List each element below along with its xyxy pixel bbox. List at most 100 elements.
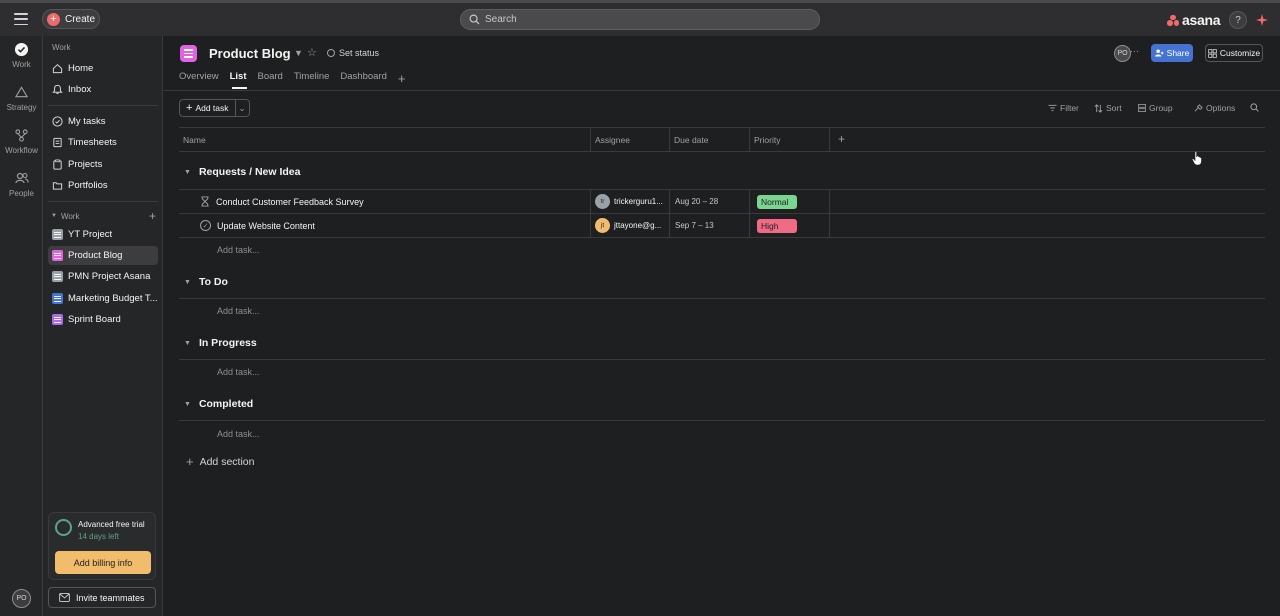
column-header-assignee[interactable]: Assignee xyxy=(591,128,670,151)
table-search-button[interactable] xyxy=(1250,103,1259,112)
due-date-cell[interactable]: Aug 20 – 28 xyxy=(670,190,750,213)
filter-icon xyxy=(1048,104,1057,112)
customize-button[interactable]: Customize xyxy=(1205,44,1263,62)
add-task-button[interactable]: + Add task xyxy=(180,100,235,116)
search-input[interactable] xyxy=(485,14,785,25)
asana-logo[interactable]: asana xyxy=(1167,12,1221,28)
sidebar-item-label: Home xyxy=(68,63,94,74)
chevron-down-icon[interactable]: ▼ xyxy=(294,48,303,58)
add-tab-icon[interactable]: + xyxy=(398,72,406,85)
help-button[interactable]: ? xyxy=(1229,11,1247,29)
tab-board[interactable]: Board xyxy=(257,71,282,86)
table-header: Name Assignee Due date Priority + xyxy=(179,127,1265,152)
left-rail: Work Strategy Workflow People PO xyxy=(0,36,43,616)
sort-label: Sort xyxy=(1106,103,1122,113)
column-header-name[interactable]: Name xyxy=(179,128,591,151)
sidebar-work-label: Work xyxy=(60,211,80,221)
sidebar-work-header[interactable]: ▼ Work + xyxy=(51,209,156,223)
inbox-icon xyxy=(52,84,63,95)
add-project-icon[interactable]: + xyxy=(149,209,156,223)
rail-item-workflow[interactable]: Workflow xyxy=(0,127,43,155)
due-date-cell[interactable]: Sep 7 – 13 xyxy=(670,214,750,237)
search-bar[interactable] xyxy=(460,9,820,30)
add-billing-info-button[interactable]: Add billing info xyxy=(55,551,151,574)
rail-item-work[interactable]: Work xyxy=(0,41,43,69)
column-header-priority[interactable]: Priority xyxy=(750,128,830,151)
sidebar-project-marketing-budget[interactable]: Marketing Budget T... xyxy=(48,289,158,308)
caret-down-icon: ▼ xyxy=(184,168,191,176)
add-section-button[interactable]: + Add section xyxy=(186,454,254,469)
set-status-label: Set status xyxy=(339,48,380,58)
add-task-inline[interactable]: Add task... xyxy=(217,367,260,377)
section-to-do[interactable]: ▼ To Do xyxy=(184,276,228,288)
tab-list[interactable]: List xyxy=(230,71,247,86)
hamburger-menu-icon[interactable] xyxy=(14,13,28,25)
tab-dashboard[interactable]: Dashboard xyxy=(340,71,386,86)
due-date: Sep 7 – 13 xyxy=(675,221,714,230)
add-task-inline[interactable]: Add task... xyxy=(217,306,260,316)
active-tab-underline xyxy=(232,87,247,89)
table-row[interactable]: Conduct Customer Feedback Survey tr tric… xyxy=(179,190,1265,214)
invite-teammates-button[interactable]: Invite teammates xyxy=(48,587,156,608)
section-divider xyxy=(179,420,1265,421)
set-status-button[interactable]: Set status xyxy=(327,48,379,58)
sidebar-project-yt-project[interactable]: YT Project xyxy=(48,225,158,244)
project-list-icon xyxy=(180,45,197,62)
rail-item-strategy[interactable]: Strategy xyxy=(0,84,43,112)
priority-cell[interactable]: High xyxy=(750,214,830,237)
rail-item-people[interactable]: People xyxy=(0,170,43,198)
sidebar-item-timesheets[interactable]: Timesheets xyxy=(48,133,158,152)
star-icon[interactable]: ☆ xyxy=(307,46,317,59)
section-in-progress[interactable]: ▼ In Progress xyxy=(184,337,257,349)
tab-overview[interactable]: Overview xyxy=(179,71,219,86)
priority-cell[interactable]: Normal xyxy=(750,190,830,213)
chevron-down-icon[interactable]: ⌄ xyxy=(234,100,249,116)
sidebar-item-label: Inbox xyxy=(68,84,92,95)
sidebar-project-product-blog[interactable]: Product Blog xyxy=(48,246,158,265)
hand-cursor-icon xyxy=(1192,151,1202,166)
options-button[interactable]: Options xyxy=(1194,103,1235,113)
sidebar-item-my-tasks[interactable]: My tasks xyxy=(48,112,158,131)
task-name: Conduct Customer Feedback Survey xyxy=(216,196,364,207)
sidebar-item-label: Timesheets xyxy=(68,137,117,148)
add-column-icon[interactable]: + xyxy=(838,132,845,146)
sidebar-section-label: Work xyxy=(52,43,71,52)
check-circle-icon[interactable]: ✓ xyxy=(200,220,211,231)
sidebar-item-portfolios[interactable]: Portfolios xyxy=(48,176,158,195)
sidebar-item-projects[interactable]: Projects xyxy=(48,155,158,174)
column-header-due-date[interactable]: Due date xyxy=(670,128,750,151)
tab-timeline[interactable]: Timeline xyxy=(294,71,330,86)
main-content: Product Blog ▼ ☆ Set status Overview Lis… xyxy=(164,36,1280,616)
section-completed[interactable]: ▼ Completed xyxy=(184,398,253,410)
caret-down-icon: ▼ xyxy=(184,339,191,347)
sidebar-item-inbox[interactable]: Inbox xyxy=(48,80,158,99)
ai-sparkle-icon[interactable] xyxy=(1255,13,1269,27)
more-members-icon[interactable]: ··· xyxy=(1130,46,1139,56)
header-divider xyxy=(164,90,1280,91)
group-button[interactable]: Group xyxy=(1138,103,1173,113)
add-task-inline[interactable]: Add task... xyxy=(217,245,260,255)
project-title[interactable]: Product Blog xyxy=(209,46,291,61)
add-task-inline[interactable]: Add task... xyxy=(217,429,260,439)
table-row[interactable]: ✓ Update Website Content jt jttayone@g..… xyxy=(179,214,1265,238)
filter-button[interactable]: Filter xyxy=(1048,103,1079,113)
assignee-cell[interactable]: tr trickerguru1... xyxy=(591,190,670,213)
user-avatar[interactable]: PO xyxy=(12,589,31,608)
section-requests-new-idea[interactable]: ▼ Requests / New Idea xyxy=(184,166,300,178)
sort-button[interactable]: Sort xyxy=(1094,103,1122,113)
create-label: Create xyxy=(65,13,96,25)
sidebar-item-label: Projects xyxy=(68,159,103,170)
member-avatar[interactable]: PO xyxy=(1114,45,1131,62)
group-label: Group xyxy=(1149,103,1173,113)
sidebar-project-sprint-board[interactable]: Sprint Board xyxy=(48,310,158,329)
assignee-cell[interactable]: jt jttayone@g... xyxy=(591,214,670,237)
rail-label: Work xyxy=(12,60,31,69)
create-button[interactable]: + Create xyxy=(42,9,100,29)
sidebar-item-home[interactable]: Home xyxy=(48,59,158,78)
task-name-cell[interactable]: Conduct Customer Feedback Survey xyxy=(179,190,591,213)
task-name-cell[interactable]: ✓ Update Website Content xyxy=(179,214,591,237)
share-button[interactable]: Share xyxy=(1151,44,1193,62)
folder-icon xyxy=(52,180,63,191)
sidebar-project-pmn-project-asana[interactable]: PMN Project Asana xyxy=(48,267,158,286)
section-title: To Do xyxy=(198,276,228,288)
